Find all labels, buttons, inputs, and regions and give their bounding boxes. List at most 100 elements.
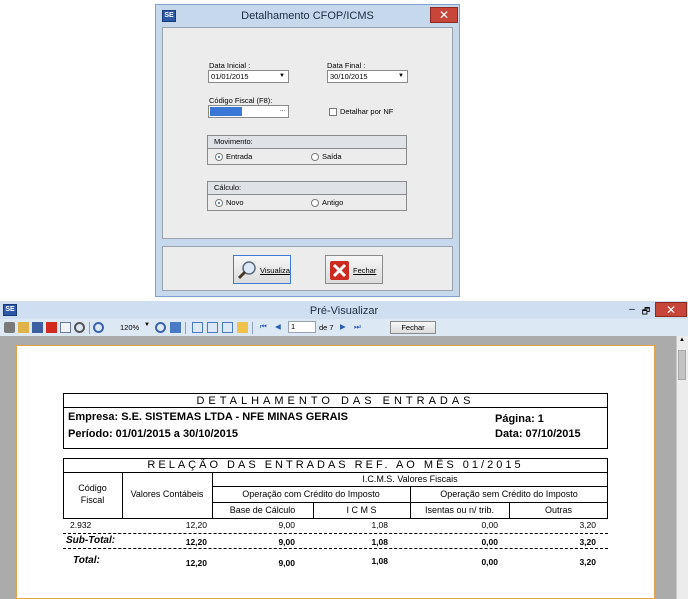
total-accounting: 12,20 xyxy=(185,558,207,568)
preview-close-button[interactable]: Fechar xyxy=(390,321,436,334)
movement-group-title: Movimento: xyxy=(208,136,406,149)
col-code-header-1: Código xyxy=(78,483,107,493)
toolbar-separator xyxy=(252,322,253,334)
open-icon[interactable] xyxy=(18,322,29,333)
first-page-icon[interactable]: ⏮ xyxy=(260,322,267,332)
close-button-label: Fechar xyxy=(353,266,377,275)
radio-antigo[interactable] xyxy=(311,199,319,207)
date-end-combo[interactable]: 30/10/2015 ▼ xyxy=(327,70,408,83)
print-icon[interactable] xyxy=(4,322,15,333)
radio-saida[interactable] xyxy=(311,153,319,161)
col-code-header-2: Fiscal xyxy=(80,495,105,505)
zoom-level[interactable]: 120% xyxy=(120,323,139,332)
scroll-thumb[interactable] xyxy=(678,350,686,380)
preview-close-icon[interactable]: ✕ xyxy=(655,302,687,317)
fiscal-code-label: Código Fiscal (F8): xyxy=(209,96,273,105)
buttons-panel xyxy=(162,246,453,291)
radio-entrada-label: Entrada xyxy=(226,152,253,161)
report-period: Período: 01/01/2015 a 30/10/2015 xyxy=(68,428,239,440)
cell-code: 2.932 xyxy=(70,520,92,530)
subtotal-icms: 1,08 xyxy=(371,537,388,547)
prev-page-icon[interactable]: ◀ xyxy=(275,322,281,331)
page-number-input[interactable]: 1 xyxy=(288,321,316,333)
col-others-header: Outras xyxy=(544,505,572,515)
col-base-header: Base de Cálculo xyxy=(229,505,296,515)
scroll-up-icon[interactable]: ▲ xyxy=(679,337,685,343)
subtotal-accounting: 12,20 xyxy=(185,537,207,547)
total-icms: 1,08 xyxy=(371,556,388,566)
cell-accounting: 12,20 xyxy=(185,520,207,530)
find-icon[interactable] xyxy=(74,322,85,333)
total-others: 3,20 xyxy=(579,557,596,567)
close-x-icon xyxy=(330,261,349,280)
fiscal-code-input[interactable]: ... xyxy=(208,105,289,118)
report-page-number: Página: 1 xyxy=(495,413,544,425)
two-pages-icon[interactable] xyxy=(207,322,218,333)
total-label: Total: xyxy=(73,555,100,566)
subtotal-dash-top xyxy=(63,533,608,534)
minimize-icon[interactable]: – xyxy=(626,304,638,315)
page-total: de 7 xyxy=(319,323,334,332)
section-title: RELAÇÃO DAS ENTRADAS REF. AO MÊS 01/2015 xyxy=(147,459,524,471)
view-button[interactable]: Visualiza xyxy=(233,255,291,284)
date-start-label: Data Inicial : xyxy=(209,61,251,70)
detail-nf-label: Detalhar por NF xyxy=(340,107,394,116)
radio-novo[interactable] xyxy=(215,199,223,207)
magnifier-icon xyxy=(237,261,256,280)
col-icms-header: I.C.M.S. Valores Fiscais xyxy=(362,474,458,484)
cfop-icms-dialog: SE Detalhamento CFOP/ICMS ✕ Data Inicial… xyxy=(155,4,460,297)
detail-nf-checkbox[interactable] xyxy=(329,108,337,116)
edit-icon[interactable] xyxy=(237,322,248,333)
col-exempt-header: Isentas ou n/ trib. xyxy=(424,505,495,515)
next-page-icon[interactable]: ▶ xyxy=(340,322,346,331)
col-without-credit-header: Operação sem Crédito do Imposto xyxy=(440,489,578,499)
close-button[interactable]: Fechar xyxy=(325,255,383,284)
subtotal-exempt: 0,00 xyxy=(481,537,498,547)
report-date: Data: 07/10/2015 xyxy=(495,428,581,440)
dialog-title: Detalhamento CFOP/ICMS xyxy=(241,10,374,22)
calculation-group-title: Cálculo: xyxy=(208,182,406,195)
radio-saida-label: Saída xyxy=(322,152,342,161)
total-base: 9,00 xyxy=(278,558,295,568)
subtotal-base: 9,00 xyxy=(278,537,295,547)
zoom-in-icon[interactable] xyxy=(93,322,104,333)
restore-icon[interactable]: 🗗 xyxy=(640,304,652,320)
fiscal-code-selection xyxy=(210,107,242,116)
date-start-value: 01/01/2015 xyxy=(211,72,249,81)
cell-others: 3,20 xyxy=(579,520,596,530)
header-divider xyxy=(63,407,608,408)
date-start-combo[interactable]: 01/01/2015 ▼ xyxy=(208,70,289,83)
col-icms-sub-header: I C M S xyxy=(346,505,377,515)
cell-exempt: 0,00 xyxy=(481,520,498,530)
zoom-out-icon[interactable] xyxy=(155,322,166,333)
report-title: DETALHAMENTO DAS ENTRADAS xyxy=(196,395,475,407)
toolbar-separator xyxy=(89,322,90,334)
section-divider xyxy=(63,472,608,473)
page-view-icon[interactable] xyxy=(170,322,181,333)
col-accounting-header: Valores Contábeis xyxy=(130,489,204,499)
radio-antigo-label: Antigo xyxy=(322,198,344,207)
report-company: Empresa: S.E. SISTEMAS LTDA - NFE MINAS … xyxy=(68,411,348,423)
col-with-credit-header: Operação com Crédito do Imposto xyxy=(242,489,380,499)
chevron-down-icon[interactable]: ▼ xyxy=(279,71,285,82)
total-exempt: 0,00 xyxy=(481,557,498,567)
multi-pages-icon[interactable] xyxy=(222,322,233,333)
date-end-label: Data Final : xyxy=(327,61,366,70)
toolbar-separator xyxy=(185,322,186,334)
cell-icms: 1,08 xyxy=(371,520,388,530)
single-page-icon[interactable] xyxy=(192,322,203,333)
dialog-close-icon[interactable]: ✕ xyxy=(430,7,458,23)
subtotal-dash-bottom xyxy=(63,548,608,549)
save-icon[interactable] xyxy=(32,322,43,333)
last-page-icon[interactable]: ⏭ xyxy=(354,322,361,332)
ellipsis-icon[interactable]: ... xyxy=(280,105,285,116)
cell-base: 9,00 xyxy=(278,520,295,530)
pdf-icon[interactable] xyxy=(46,322,57,333)
radio-novo-label: Novo xyxy=(226,198,244,207)
radio-entrada[interactable] xyxy=(215,153,223,161)
zoom-chevron-down-icon[interactable]: ▼ xyxy=(144,322,150,328)
email-icon[interactable] xyxy=(60,322,71,333)
chevron-down-icon[interactable]: ▼ xyxy=(398,71,404,82)
subtotal-label: Sub-Total: xyxy=(66,535,116,546)
vertical-scrollbar[interactable]: ▲ xyxy=(676,336,688,599)
